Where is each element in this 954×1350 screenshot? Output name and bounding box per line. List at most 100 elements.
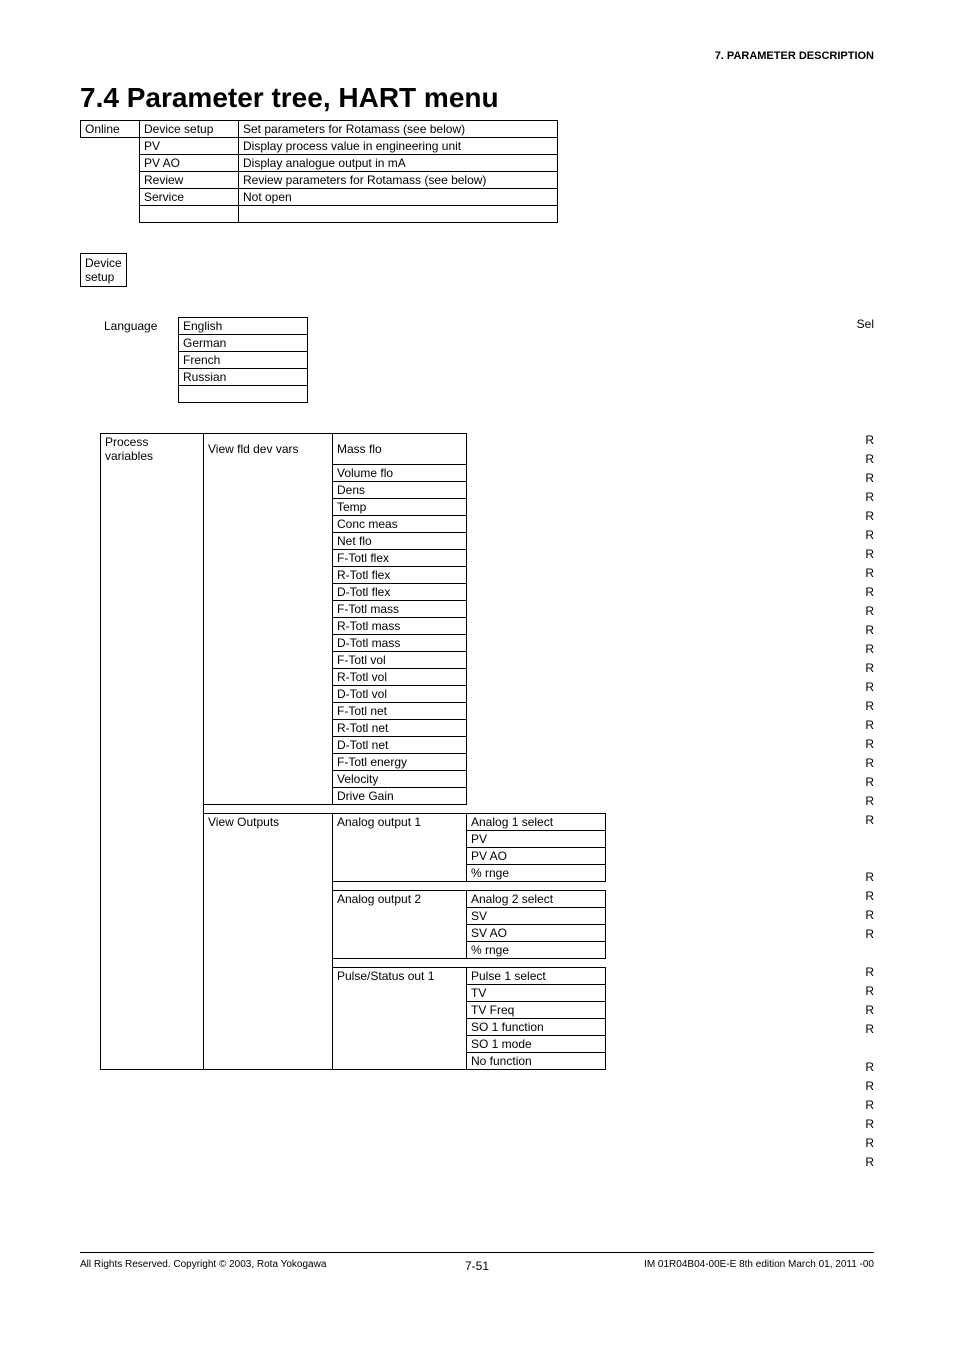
- cell: Conc meas: [333, 515, 467, 532]
- cell: Temp: [333, 498, 467, 515]
- device-setup-box: Device setup: [80, 253, 127, 287]
- flag: R: [865, 813, 874, 832]
- cell: PV: [140, 138, 239, 155]
- flag: R: [865, 433, 874, 452]
- cell: Dens: [333, 481, 467, 498]
- process-variables-table: Process variables View fld dev vars Mass…: [100, 433, 606, 1070]
- language-table: Language English German French Russian: [100, 317, 308, 403]
- flag: R: [865, 452, 874, 471]
- pulse-status-out-1-label: Pulse/Status out 1: [333, 967, 467, 984]
- cell: Drive Gain: [333, 787, 467, 804]
- cell: R-Totl flex: [333, 566, 467, 583]
- cell: D-Totl mass: [333, 634, 467, 651]
- cell: R-Totl vol: [333, 668, 467, 685]
- flag: R: [865, 547, 874, 566]
- cell: English: [179, 318, 308, 335]
- cell: French: [179, 352, 308, 369]
- online-table: Online Device setup Set parameters for R…: [80, 120, 558, 223]
- flag: R: [865, 490, 874, 509]
- flag: [865, 946, 874, 965]
- cell: No function: [467, 1052, 606, 1069]
- cell: [140, 206, 239, 223]
- flag: R: [865, 1155, 874, 1174]
- cell: R-Totl mass: [333, 617, 467, 634]
- flag: R: [865, 471, 874, 490]
- online-label: Online: [81, 121, 140, 138]
- flag: R: [865, 1003, 874, 1022]
- flag: R: [865, 889, 874, 908]
- footer-page: 7-51: [80, 1259, 874, 1273]
- cell: Device setup: [140, 121, 239, 138]
- cell: F-Totl vol: [333, 651, 467, 668]
- view-outputs-label: View Outputs: [204, 813, 333, 830]
- flag: R: [865, 585, 874, 604]
- cell: F-Totl flex: [333, 549, 467, 566]
- cell: PV AO: [140, 155, 239, 172]
- cell: F-Totl net: [333, 702, 467, 719]
- flag: [865, 832, 874, 851]
- flag: R: [865, 661, 874, 680]
- cell: Display analogue output in mA: [239, 155, 558, 172]
- flag: R: [865, 528, 874, 547]
- cell: Analog 2 select: [467, 890, 606, 907]
- flag: R: [865, 566, 874, 585]
- cell: Russian: [179, 369, 308, 386]
- cell: PV: [467, 830, 606, 847]
- cell: Review: [140, 172, 239, 189]
- cell: Not open: [239, 189, 558, 206]
- flag: R: [865, 927, 874, 946]
- cell: Pulse 1 select: [467, 967, 606, 984]
- flag: R: [865, 604, 874, 623]
- cell: German: [179, 335, 308, 352]
- process-variables-label: Process variables: [101, 434, 204, 465]
- flag: R: [865, 1098, 874, 1117]
- cell: [239, 206, 558, 223]
- cell: F-Totl mass: [333, 600, 467, 617]
- flag: [865, 851, 874, 870]
- flag: R: [865, 680, 874, 699]
- cell: SV AO: [467, 924, 606, 941]
- language-flag: Sel: [857, 317, 874, 331]
- flag: R: [865, 1136, 874, 1155]
- language-label: Language: [100, 318, 179, 335]
- cell: F-Totl energy: [333, 753, 467, 770]
- cell: TV Freq: [467, 1001, 606, 1018]
- page-footer: All Rights Reserved. Copyright © 2003, R…: [80, 1252, 874, 1270]
- cell: Review parameters for Rotamass (see belo…: [239, 172, 558, 189]
- flag: R: [865, 1022, 874, 1041]
- flag: R: [865, 965, 874, 984]
- cell: R-Totl net: [333, 719, 467, 736]
- flag: R: [865, 794, 874, 813]
- cell: SO 1 mode: [467, 1035, 606, 1052]
- cell: Set parameters for Rotamass (see below): [239, 121, 558, 138]
- cell: Mass flo: [333, 434, 467, 465]
- cell: Net flo: [333, 532, 467, 549]
- flag: R: [865, 623, 874, 642]
- cell: D-Totl vol: [333, 685, 467, 702]
- view-fld-label: View fld dev vars: [204, 434, 333, 465]
- cell: D-Totl net: [333, 736, 467, 753]
- cell: Volume flo: [333, 464, 467, 481]
- flag: R: [865, 984, 874, 1003]
- cell: Analog 1 select: [467, 813, 606, 830]
- flag: R: [865, 908, 874, 927]
- flag: [865, 1041, 874, 1060]
- flag: R: [865, 1060, 874, 1079]
- cell: TV: [467, 984, 606, 1001]
- analog-output-1-label: Analog output 1: [333, 813, 467, 830]
- flag: R: [865, 642, 874, 661]
- flag: R: [865, 775, 874, 794]
- cell: % rnge: [467, 864, 606, 881]
- cell: D-Totl flex: [333, 583, 467, 600]
- cell: [179, 386, 308, 403]
- cell: SV: [467, 907, 606, 924]
- cell: PV AO: [467, 847, 606, 864]
- flag: R: [865, 756, 874, 775]
- cell: % rnge: [467, 941, 606, 958]
- flag: R: [865, 1079, 874, 1098]
- flag: R: [865, 718, 874, 737]
- flag: R: [865, 737, 874, 756]
- cell: Display process value in engineering uni…: [239, 138, 558, 155]
- cell: Service: [140, 189, 239, 206]
- flag: R: [865, 1117, 874, 1136]
